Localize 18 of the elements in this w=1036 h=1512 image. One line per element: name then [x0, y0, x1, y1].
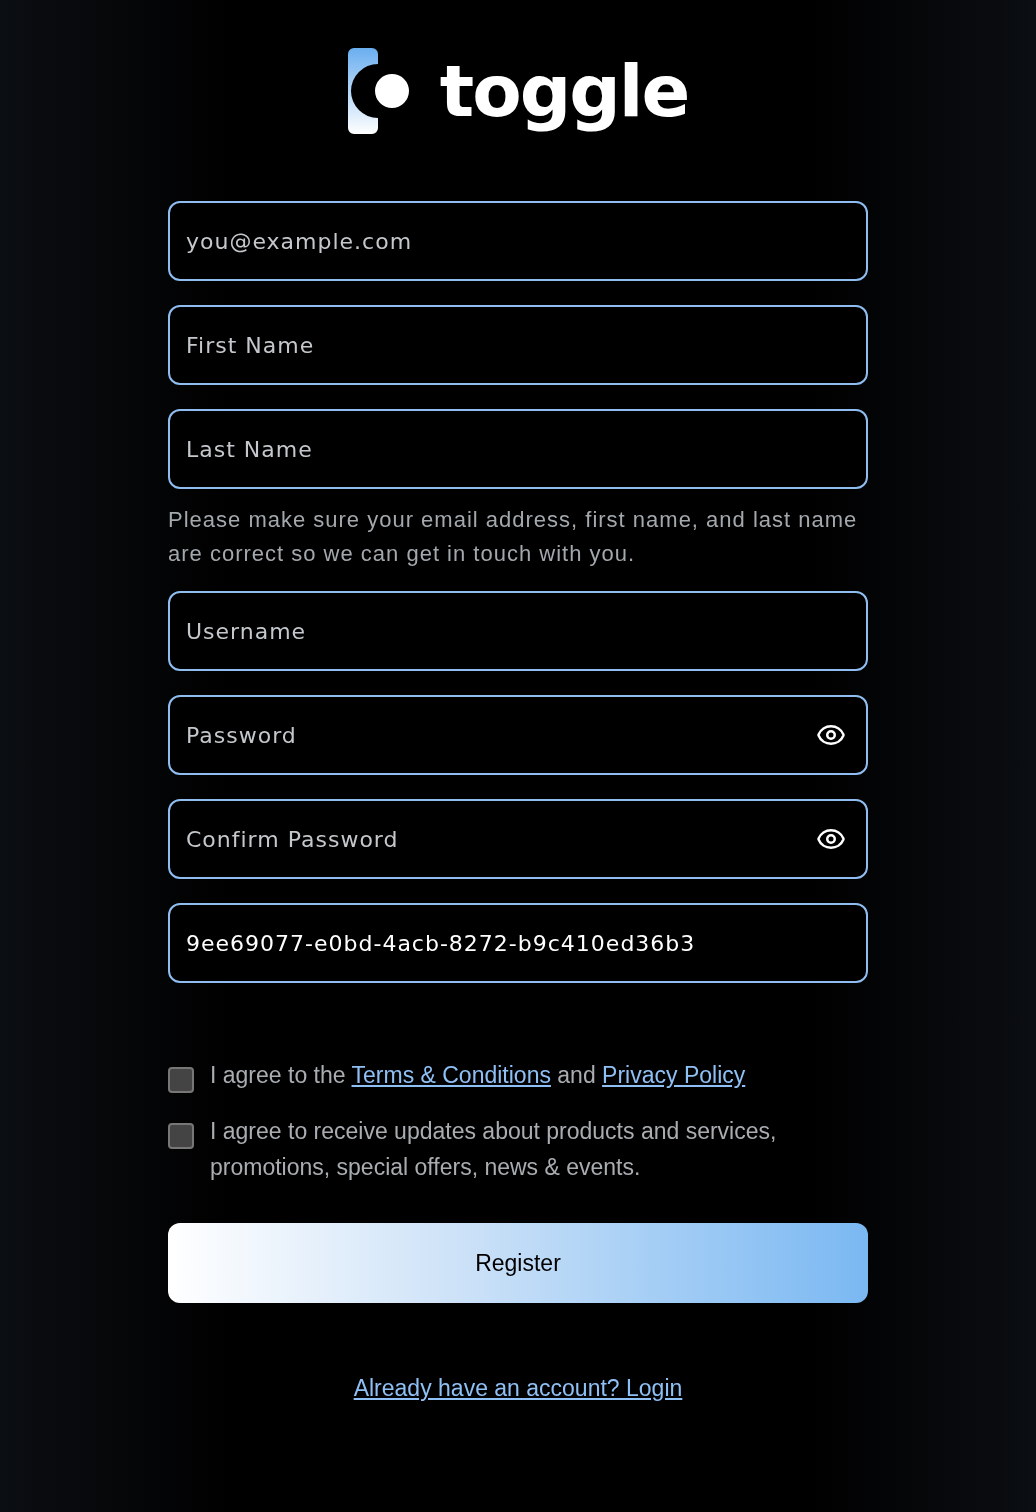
- checkbox[interactable]: [168, 1123, 194, 1149]
- input-field[interactable]: Confirm Password: [168, 799, 868, 879]
- agreement-link[interactable]: Terms & Conditions: [351, 1062, 551, 1088]
- agreement-text: I agree to receive updates about products and services, promotions, special offers, news & events.: [210, 1117, 778, 1182]
- input-field[interactable]: Username: [168, 591, 868, 671]
- register-button[interactable]: Register: [168, 1223, 868, 1303]
- checkbox[interactable]: [168, 1067, 194, 1093]
- input-field[interactable]: Last Name: [168, 409, 868, 489]
- input-field[interactable]: Password: [168, 695, 868, 775]
- input-field[interactable]: 9ee69077-e0bd-4acb-8272-b9c410ed36b3: [168, 903, 868, 983]
- login-link[interactable]: Already have an account? Login: [353, 1375, 683, 1402]
- agreement-link[interactable]: Privacy Policy: [602, 1062, 746, 1088]
- logo-icon: [347, 48, 410, 134]
- input-field[interactable]: First Name: [168, 305, 868, 385]
- logo-wordmark: toggle: [439, 49, 689, 133]
- agreement-text: I agree to the Terms & Conditions and Privacy Policy: [210, 1061, 746, 1090]
- input-field[interactable]: you@example.com: [168, 201, 868, 281]
- hint-text: Please make sure your email address, first name, and last name are correct so we can get in touch with you.: [168, 506, 859, 568]
